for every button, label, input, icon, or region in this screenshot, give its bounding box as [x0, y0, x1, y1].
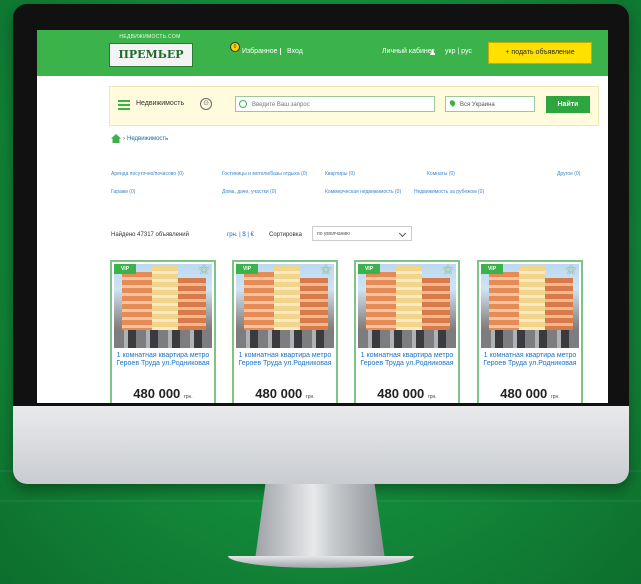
sort-value: по умолчанию — [317, 231, 350, 237]
listing-title[interactable]: 1 комнатная квартира метро Героев Труда … — [481, 352, 579, 368]
category-link[interactable]: Квартиры (0) — [325, 171, 355, 177]
monitor: НЕДВИЖИМОСТЬ.COM ПРЕМЬЕР 0 Избранное Вхо… — [13, 4, 629, 484]
breadcrumb: › Недвижимость — [111, 134, 168, 143]
price-currency: грн. — [183, 394, 193, 400]
login-link[interactable]: Вход — [280, 48, 303, 55]
category-link[interactable]: Другое (0) — [557, 171, 580, 177]
listing-card[interactable]: VIP ☆ 1 комнатная квартира метро Героев … — [477, 260, 583, 403]
logo-tagline: НЕДВИЖИМОСТЬ.COM — [119, 34, 181, 40]
favorite-star-icon[interactable]: ☆ — [319, 264, 333, 278]
price-currency: грн. — [305, 394, 315, 400]
listing-card[interactable]: VIP ☆ 1 комнатная квартира метро Героев … — [354, 260, 460, 403]
cabinet-link[interactable]: Личный кабинет — [382, 48, 435, 55]
category-select[interactable]: Недвижимость — [136, 100, 184, 107]
search-icon — [239, 100, 247, 108]
currency-switch[interactable]: грн. | $ | € — [227, 232, 254, 238]
vip-badge: VIP — [481, 264, 503, 274]
category-link[interactable]: Недвижимость за рубежом (0) — [414, 189, 484, 195]
vip-badge: VIP — [358, 264, 380, 274]
listing-title[interactable]: 1 комнатная квартира метро Героев Труда … — [358, 352, 456, 368]
category-link[interactable]: Гостиницы и мотели/базы отдыха (0) — [222, 171, 307, 177]
apple-logo-icon — [310, 444, 332, 470]
listing-price: 480 000 грн. — [133, 386, 193, 401]
price-currency: грн. — [550, 394, 560, 400]
category-link[interactable]: Комнаты (0) — [427, 171, 455, 177]
chevron-down-icon — [398, 229, 407, 238]
search-input[interactable]: Введите Ваш запрос — [235, 96, 435, 112]
site-logo[interactable]: ПРЕМЬЕР — [109, 43, 193, 67]
category-toggle-icon[interactable]: ⊙ — [200, 98, 212, 110]
listing-price: 480 000 грн. — [377, 386, 437, 401]
favorite-star-icon[interactable]: ☆ — [441, 264, 455, 278]
sort-label: Сортировка — [269, 232, 302, 238]
favorites-count-badge: 0 — [230, 42, 240, 52]
results-count: Найдено 47317 объявлений — [111, 232, 190, 238]
vip-badge: VIP — [114, 264, 136, 274]
favorite-star-icon[interactable]: ☆ — [197, 264, 211, 278]
region-select[interactable]: Вся Украина — [445, 96, 535, 112]
search-bar: Недвижимость ⊙ Введите Ваш запрос Вся Ук… — [109, 86, 599, 126]
listing-card[interactable]: VIP ☆ 1 комнатная квартира метро Героев … — [232, 260, 338, 403]
listing-title[interactable]: 1 комнатная квартира метро Героев Труда … — [114, 352, 212, 368]
sort-select[interactable]: по умолчанию — [312, 226, 412, 241]
user-icon: ♟ — [429, 48, 437, 57]
category-link[interactable]: Аренда посуточно/почасово (0) — [111, 171, 184, 177]
price-currency: грн. — [427, 394, 437, 400]
listing-price: 480 000 грн. — [255, 386, 315, 401]
browser-screen: НЕДВИЖИМОСТЬ.COM ПРЕМЬЕР 0 Избранное Вхо… — [37, 30, 608, 403]
category-link[interactable]: Гаражи (0) — [111, 189, 135, 195]
category-link[interactable]: Коммерческая недвижимость (0) — [325, 189, 401, 195]
category-link[interactable]: Дома, дачи, участки (0) — [222, 189, 276, 195]
breadcrumb-current[interactable]: Недвижимость — [127, 136, 168, 142]
vip-badge: VIP — [236, 264, 258, 274]
search-button[interactable]: Найти — [546, 96, 590, 113]
language-switch[interactable]: укр | рус — [445, 48, 472, 55]
favorites-link[interactable]: Избранное — [242, 48, 277, 55]
listing-card[interactable]: VIP ☆ 1 комнатная квартира метро Героев … — [110, 260, 216, 403]
listing-title[interactable]: 1 комнатная квартира метро Героев Труда … — [236, 352, 334, 368]
favorite-star-icon[interactable]: ☆ — [564, 264, 578, 278]
monitor-stand — [255, 484, 385, 560]
home-icon[interactable] — [111, 134, 121, 143]
site-header: НЕДВИЖИМОСТЬ.COM ПРЕМЬЕР 0 Избранное Вхо… — [37, 30, 608, 76]
menu-icon[interactable] — [118, 100, 130, 110]
listing-price: 480 000 грн. — [500, 386, 560, 401]
monitor-base — [228, 556, 414, 568]
post-ad-button[interactable]: + подать объявление — [488, 42, 592, 64]
